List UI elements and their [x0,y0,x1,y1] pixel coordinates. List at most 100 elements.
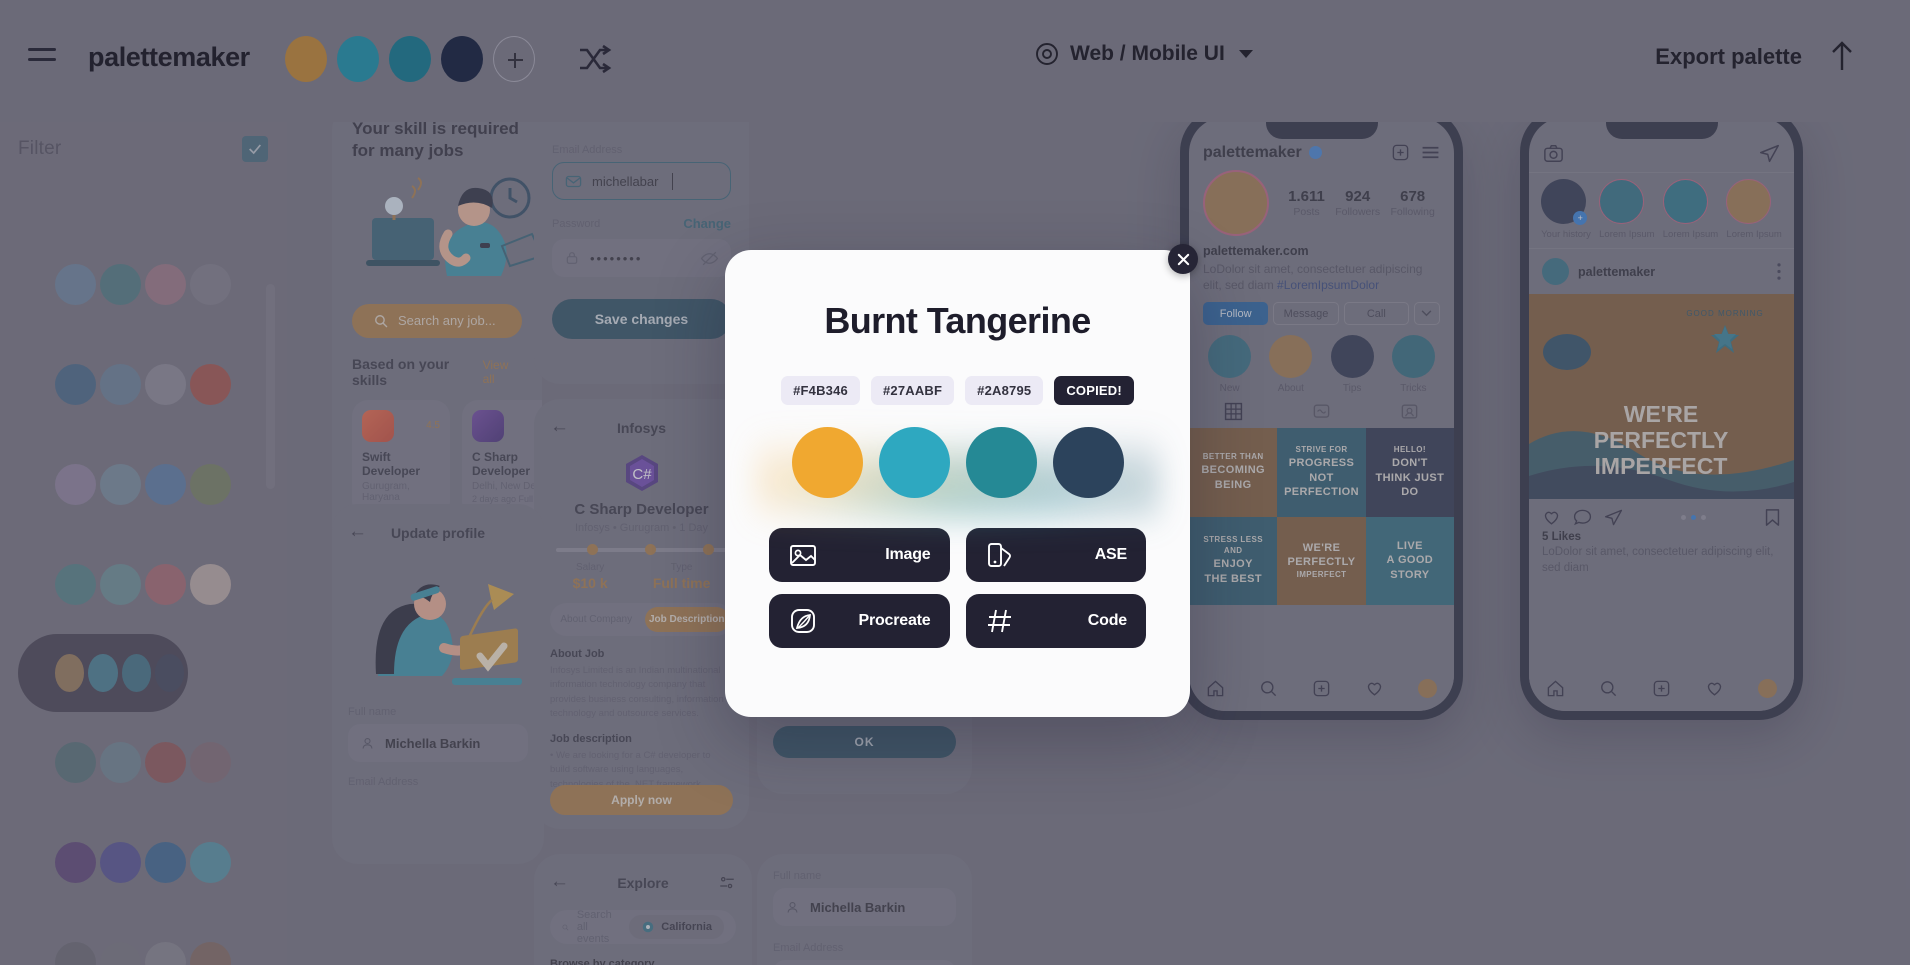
home-icon[interactable] [1206,679,1225,698]
palette-row-selected[interactable] [18,634,188,712]
highlight-item[interactable]: Tips [1330,335,1374,394]
profile-avatar-icon[interactable] [1758,678,1777,698]
view-all-link[interactable]: View all [483,358,522,386]
password-row: Password Change [552,216,731,231]
tagged-tab-icon[interactable] [1400,402,1419,421]
post-options-icon[interactable] [1777,263,1781,280]
ig-bottom-nav [1189,665,1454,711]
tab-job-description[interactable]: Job Description [644,607,729,632]
upload-arrow-icon[interactable] [1829,40,1855,72]
add-color-button[interactable] [493,36,535,82]
message-button[interactable]: Message [1273,302,1339,326]
palette-row[interactable] [0,434,287,534]
view-mode-selector[interactable]: Web / Mobile UI [1035,42,1253,66]
direct-message-icon[interactable] [1759,143,1780,164]
back-arrow-icon[interactable]: ← [550,417,569,436]
palette-row[interactable] [0,712,287,812]
highlight-item[interactable]: Tricks [1391,335,1435,394]
password-field[interactable]: •••••••• [552,239,731,277]
save-changes-button[interactable]: Save changes [552,299,731,339]
palette-row[interactable] [0,912,287,965]
camera-icon[interactable] [1543,144,1564,163]
ig-feed-post-image[interactable]: GOOD MORNING WE'RE PERFECTLY IMPERFECT [1529,294,1794,499]
ig-post[interactable]: STRESS LESS AND ENJOY THE BEST [1189,516,1278,606]
job-search-input[interactable]: Search any job... [352,303,522,338]
change-password-link[interactable]: Change [683,216,731,231]
close-modal-button[interactable] [1168,244,1198,274]
palette-color-dot[interactable] [337,36,379,82]
ok-button[interactable]: OK [773,726,956,758]
fullname-field[interactable]: Michella Barkin [348,724,528,762]
fullname-field[interactable]: Michella Barkin [773,888,956,926]
add-icon[interactable] [1312,679,1331,698]
export-procreate-button[interactable]: Procreate [769,594,950,648]
export-image-button[interactable]: Image [769,528,950,582]
search-icon[interactable] [1259,679,1278,698]
story-item[interactable]: Lorem Ipsum [1599,179,1655,240]
heart-icon[interactable] [1365,679,1384,698]
hamburger-menu-icon[interactable] [28,48,56,70]
export-code-button[interactable]: Code [965,594,1146,648]
back-arrow-icon[interactable]: ← [550,872,569,891]
profile-avatar-icon[interactable] [1418,678,1437,698]
story-item[interactable]: Lorem Ipsum [1726,179,1782,240]
add-icon[interactable] [1652,679,1671,698]
palette-color-dot[interactable] [389,36,431,82]
email-field[interactable]: michellabar [552,162,731,200]
explore-search-bar[interactable]: Search all events California [550,909,736,945]
copied-badge[interactable]: COPIED! [1054,376,1134,405]
hex-code-chip[interactable]: #27AABF [870,376,955,405]
job-card[interactable]: 4.5 Swift Developer Gurugram, Haryana 2 … [352,399,450,552]
ig-post[interactable]: LIVE A GOOD STORY [1365,516,1454,606]
export-palette-button[interactable]: Export palette [1655,44,1802,70]
progress-track[interactable] [556,544,727,555]
ig-post[interactable]: WE'RE PERFECTLY IMPERFECT [1277,516,1366,606]
apply-now-button[interactable]: Apply now [550,785,733,815]
ig-avatar[interactable] [1203,170,1269,236]
location-chip[interactable]: California [629,915,724,939]
more-dropdown-button[interactable] [1413,302,1440,326]
ig-website[interactable]: palettemaker.com [1189,236,1454,258]
email-field[interactable] [773,960,956,965]
modal-color-circle[interactable] [965,427,1037,498]
modal-color-circle[interactable] [1052,427,1124,498]
hex-code-chip[interactable]: #F4B346 [781,376,860,405]
follow-button[interactable]: Follow [1203,302,1269,326]
highlight-label: New [1219,383,1240,395]
highlight-item[interactable]: New [1208,335,1252,395]
palette-row[interactable] [0,812,287,912]
call-button[interactable]: Call [1343,302,1409,326]
shuffle-icon[interactable] [578,44,612,74]
modal-color-circle[interactable] [791,427,863,498]
palette-row[interactable] [0,234,287,334]
reels-tab-icon[interactable] [1312,402,1331,421]
ig-post[interactable]: HELLO! DON'T THINK JUST DO [1365,428,1454,517]
modal-color-circle[interactable] [878,427,950,498]
tab-about-company[interactable]: About Company [554,607,639,632]
comment-icon[interactable] [1573,508,1592,527]
back-arrow-icon[interactable]: ← [348,522,367,541]
search-icon[interactable] [1599,679,1618,698]
story-item[interactable]: Lorem Ipsum [1662,179,1718,240]
ig-post[interactable]: STRIVE FOR PROGRESS NOT PERFECTION [1277,428,1366,517]
bookmark-icon[interactable] [1764,508,1781,527]
like-icon[interactable] [1542,508,1561,527]
palette-row[interactable] [0,534,287,634]
job-card[interactable]: C Sharp Developer Delhi, New Delhi 2 day… [462,399,542,541]
hex-code-chip[interactable]: #2A8795 [965,376,1044,405]
palette-color-dot[interactable] [441,36,483,82]
highlight-item[interactable]: About [1269,335,1313,394]
ig-post[interactable]: BETTER THAN BECOMING BEING [1189,428,1278,517]
ig-bio-hashtag[interactable]: #LoremIpsumDolor [1277,278,1379,292]
home-icon[interactable] [1546,679,1565,698]
heart-icon[interactable] [1705,679,1724,698]
palette-row[interactable] [0,334,287,434]
grid-tab-icon[interactable] [1224,402,1243,421]
palette-scrollbar[interactable] [266,284,275,489]
filter-checkbox[interactable] [242,136,268,162]
palette-color-dot[interactable] [285,36,327,82]
story-item[interactable]: + Your history [1541,179,1591,240]
post-avatar[interactable] [1542,258,1569,285]
share-icon[interactable] [1604,508,1623,527]
export-ase-button[interactable]: ASE [965,528,1146,582]
